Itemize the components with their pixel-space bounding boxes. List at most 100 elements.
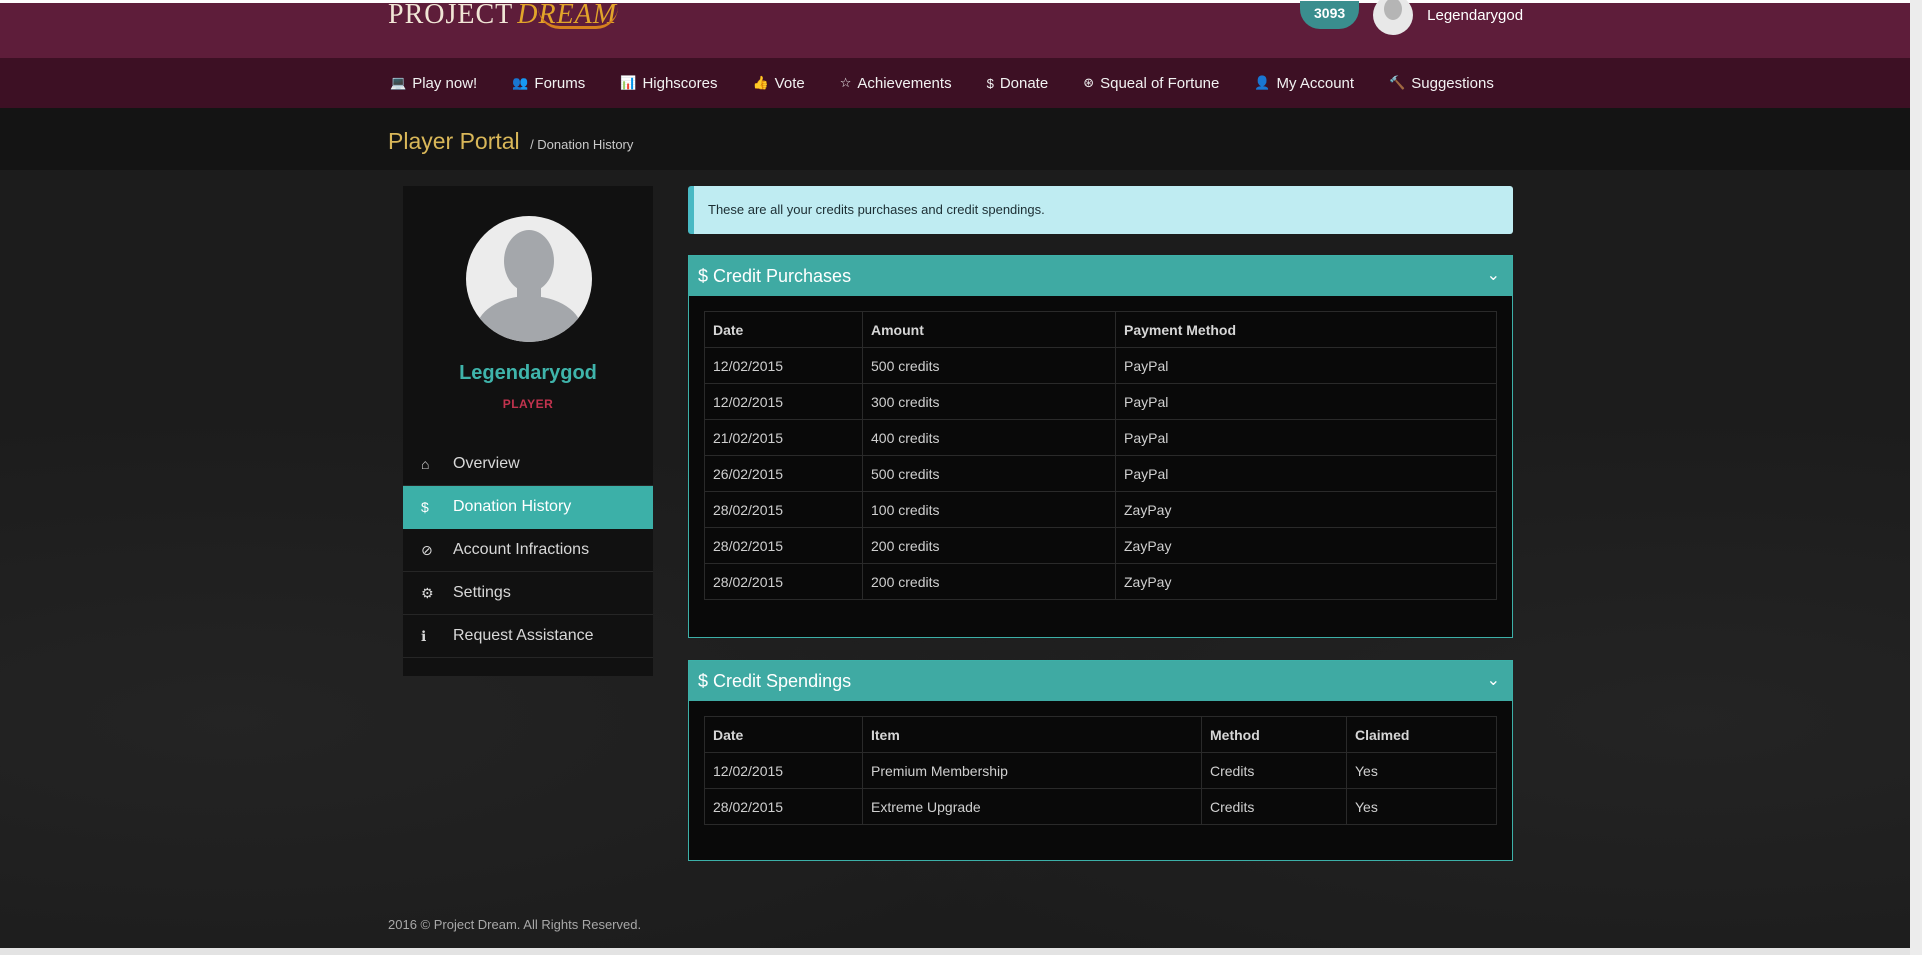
page: PROJECT DREAM 3093 Legendarygod 💻 Play no… — [0, 0, 1922, 955]
table-cell: 300 credits — [862, 383, 1116, 420]
credit-purchases-panel: $ Credit Purchases ⌄ Date Amount Payment M… — [688, 255, 1513, 638]
dollar-icon: $ — [421, 499, 429, 515]
home-icon: ⌂ — [421, 456, 430, 472]
nav-item-vote[interactable]: 👍 Vote — [752, 75, 804, 92]
chevron-down-icon[interactable]: ⌄ — [1487, 265, 1500, 285]
page-title-text: Player Portal — [388, 128, 520, 154]
laptop-icon: 💻 — [390, 75, 407, 90]
sidebar-item-label: Donation History — [453, 498, 572, 515]
page-title: Player Portal / Donation History — [388, 128, 633, 155]
table-cell: 28/02/2015 — [704, 527, 863, 564]
nav-item-donate[interactable]: $ Donate — [987, 75, 1049, 92]
avatar-body — [476, 296, 582, 342]
table-cell: Credits — [1201, 788, 1347, 825]
nav-list: 💻 Play now! 👥 Forums 📊 Highscores 👍 Vote ☆ Achiev… — [390, 58, 1529, 108]
table-row: 12/02/2015 500 credits PayPal — [704, 347, 1497, 384]
nav-item-label: Suggestions — [1411, 74, 1494, 92]
site-logo[interactable]: PROJECT DREAM — [388, 0, 618, 33]
wheel-icon: ⊛ — [1083, 75, 1095, 90]
header-avatar[interactable] — [1373, 0, 1414, 35]
nav-item-label: Play now! — [412, 74, 478, 92]
table-cell: PayPal — [1115, 455, 1497, 492]
table-cell: 12/02/2015 — [704, 347, 863, 384]
table-cell: PayPal — [1115, 419, 1497, 456]
thumbs-up-icon: 👍 — [752, 75, 769, 90]
table-cell: PayPal — [1115, 347, 1497, 384]
table-cell: 12/02/2015 — [704, 752, 863, 789]
column-header: Amount — [862, 311, 1116, 348]
nav-item-forums[interactable]: 👥 Forums — [512, 75, 585, 92]
credit-purchases-table: Date Amount Payment Method 12/02/2015 500 c… — [704, 311, 1497, 600]
nav-item-highscores[interactable]: 📊 Highscores — [620, 75, 717, 92]
breadcrumb: / Donation History — [530, 137, 634, 152]
avatar — [466, 216, 592, 342]
nav-item-label: Vote — [774, 74, 805, 92]
users-icon: 👥 — [512, 75, 529, 90]
nav-item-label: My Account — [1276, 74, 1355, 92]
ban-icon: ⊘ — [421, 541, 433, 558]
info-alert: These are all your credits purchases and… — [688, 186, 1513, 234]
sidebar-item-account-infractions[interactable]: ⊘ Account Infractions — [403, 529, 653, 572]
table-cell: Yes — [1346, 752, 1497, 789]
table-cell: 500 credits — [862, 455, 1116, 492]
table-cell: ZayPay — [1115, 563, 1497, 600]
logo-text: PROJECT — [388, 0, 514, 30]
table-row: 28/02/2015 200 credits ZayPay — [704, 563, 1497, 600]
sidebar-item-label: Overview — [453, 455, 520, 472]
title-bar: Player Portal / Donation History — [0, 108, 1922, 170]
column-header: Claimed — [1346, 716, 1497, 753]
nav-item-suggestions[interactable]: 🔨 Suggestions — [1389, 75, 1494, 92]
sidebar-item-label: Request Assistance — [453, 627, 594, 644]
table-cell: 100 credits — [862, 491, 1116, 528]
avatar-head — [504, 230, 554, 292]
column-header: Date — [704, 716, 863, 753]
credit-spendings-table: Date Item Method Claimed 12/02/2015 Premium … — [704, 716, 1497, 825]
sidebar-item-request-assistance[interactable]: ℹ Request Assistance — [403, 615, 653, 658]
table-cell: Yes — [1346, 788, 1497, 825]
horizontal-scrollbar[interactable] — [0, 948, 1910, 955]
credit-spendings-panel: $ Credit Spendings ⌄ Date Item Method Claim… — [688, 660, 1513, 861]
sidebar: Legendarygod PLAYER ⌂ Overview $ Donation H… — [403, 186, 653, 676]
credit-purchases-header: $ Credit Purchases ⌄ — [689, 256, 1512, 296]
table-cell: 400 credits — [862, 419, 1116, 456]
header-username[interactable]: Legendarygod — [1427, 7, 1523, 24]
bar-chart-icon: 📊 — [620, 75, 637, 90]
nav-item-squeal-of-fortune[interactable]: ⊛ Squeal of Fortune — [1083, 75, 1219, 92]
vertical-scrollbar[interactable] — [1910, 0, 1922, 955]
user-icon: 👤 — [1254, 75, 1271, 90]
column-header: Payment Method — [1115, 311, 1497, 348]
nav-item-play-now[interactable]: 💻 Play now! — [390, 75, 477, 92]
nav-item-label: Forums — [534, 74, 586, 92]
footer-copyright: 2016 © Project Dream. All Rights Reserve… — [388, 917, 642, 932]
nav-item-achievements[interactable]: ☆ Achievements — [840, 75, 952, 92]
table-cell: ZayPay — [1115, 527, 1497, 564]
table-row: 28/02/2015 Extreme Upgrade Credits Yes — [704, 788, 1497, 825]
sidebar-menu: ⌂ Overview $ Donation History ⊘ Account Infra… — [403, 443, 653, 658]
nav-item-label: Squeal of Fortune — [1100, 74, 1220, 92]
table-cell: Premium Membership — [862, 752, 1202, 789]
table-cell: 28/02/2015 — [704, 788, 863, 825]
sidebar-item-donation-history[interactable]: $ Donation History — [403, 486, 653, 529]
profile-role: PLAYER — [502, 397, 554, 411]
table-cell: 500 credits — [862, 347, 1116, 384]
main-nav: 💻 Play now! 👥 Forums 📊 Highscores 👍 Vote ☆ Achiev… — [0, 58, 1922, 108]
chevron-down-icon[interactable]: ⌄ — [1487, 670, 1500, 690]
table-cell: Extreme Upgrade — [862, 788, 1202, 825]
info-icon: ℹ — [421, 627, 427, 644]
table-row: 21/02/2015 400 credits PayPal — [704, 419, 1497, 456]
table-cell: 21/02/2015 — [704, 419, 863, 456]
sidebar-item-overview[interactable]: ⌂ Overview — [403, 443, 653, 486]
credit-purchases-title: $ Credit Purchases — [698, 265, 852, 286]
sidebar-item-settings[interactable]: ⚙ Settings — [403, 572, 653, 615]
gavel-icon: 🔨 — [1389, 75, 1406, 90]
sidebar-item-label: Account Infractions — [453, 541, 590, 558]
nav-item-my-account[interactable]: 👤 My Account — [1254, 75, 1354, 92]
credits-badge[interactable]: 3093 — [1300, 1, 1360, 29]
site-header: PROJECT DREAM 3093 Legendarygod — [0, 0, 1922, 58]
table-row: 12/02/2015 300 credits PayPal — [704, 383, 1497, 420]
table-cell: 12/02/2015 — [704, 383, 863, 420]
nav-item-label: Highscores — [642, 74, 718, 92]
profile-name: Legendarygod — [459, 362, 597, 384]
column-header: Date — [704, 311, 863, 348]
table-row: 28/02/2015 100 credits ZayPay — [704, 491, 1497, 528]
